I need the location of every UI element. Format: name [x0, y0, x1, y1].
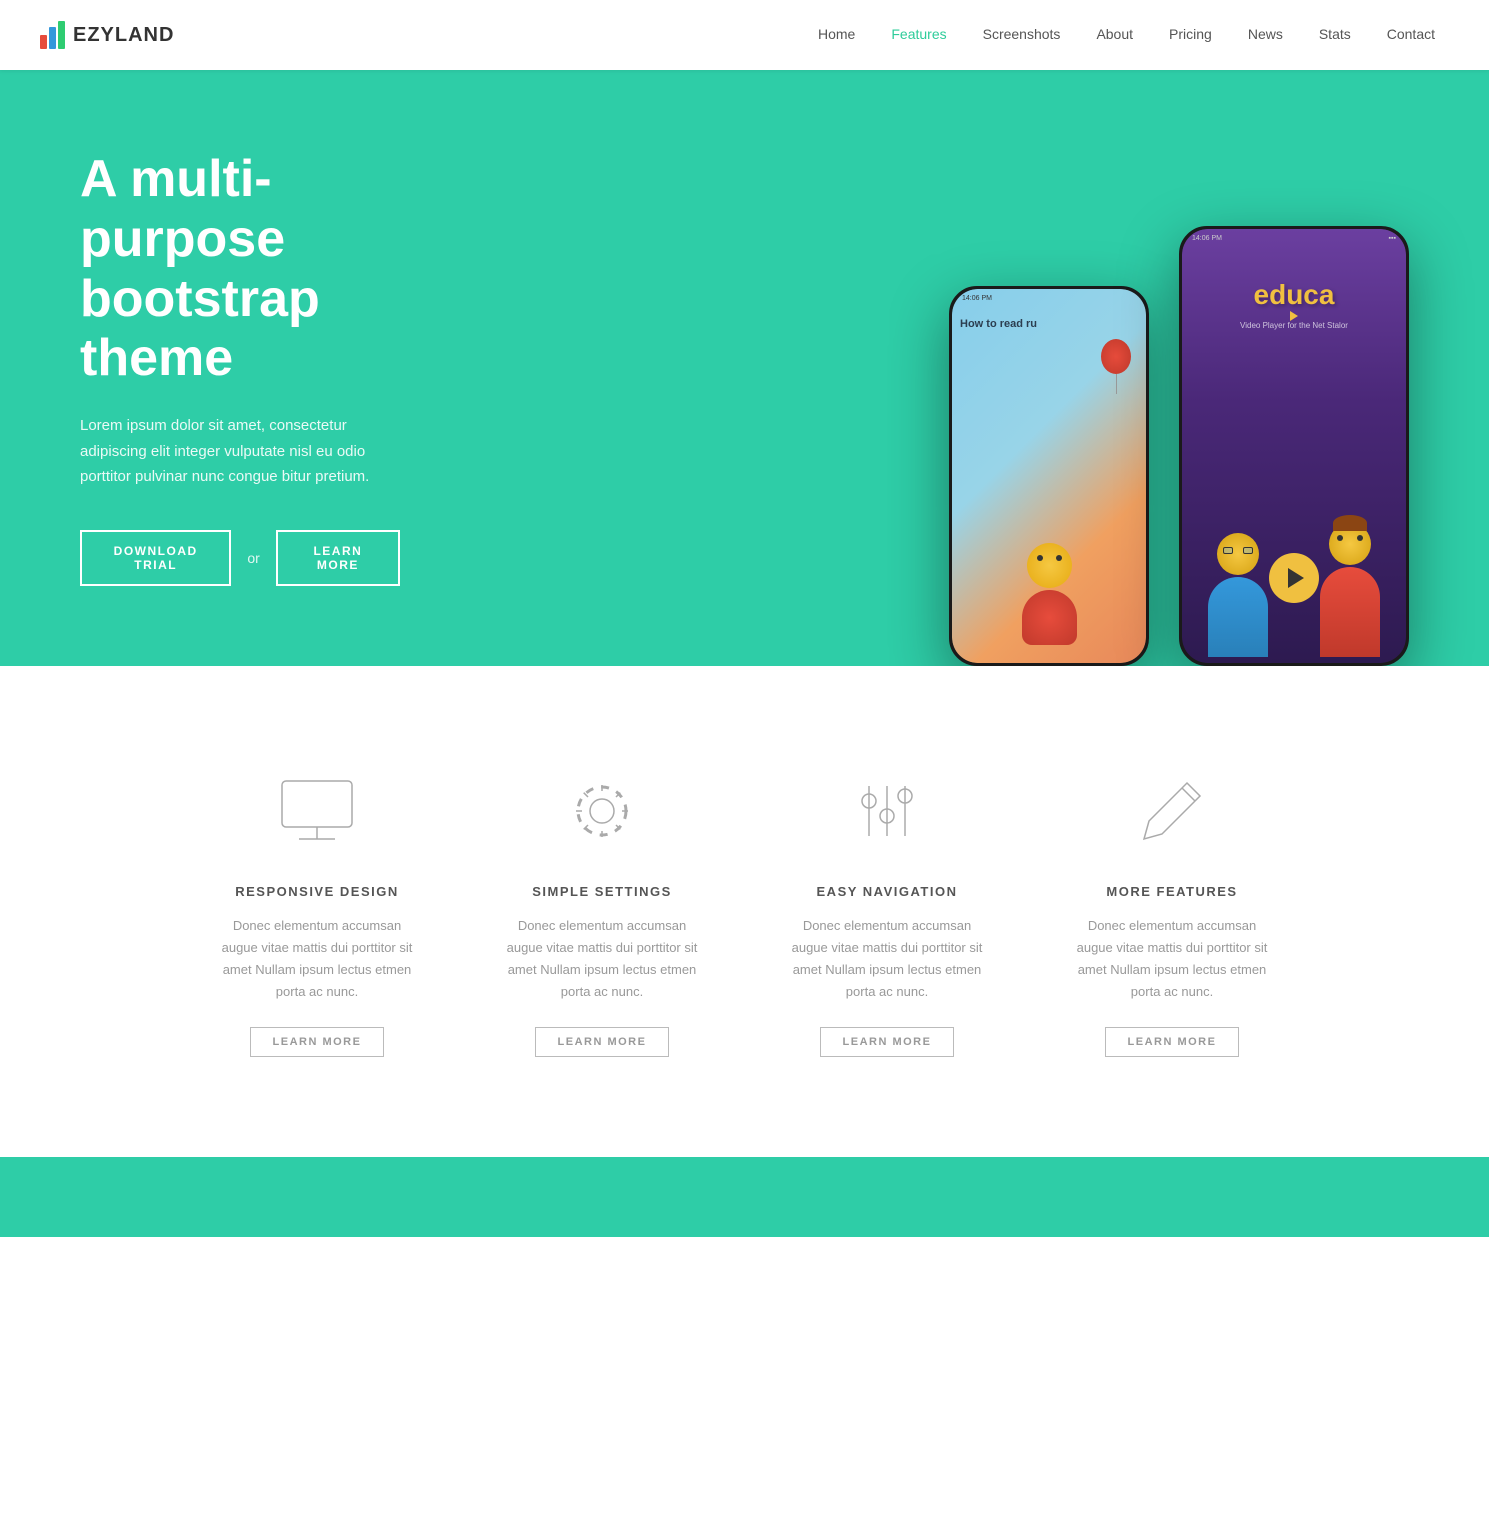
phone-left-time: 14:06 PM — [962, 295, 992, 302]
feature-btn-responsive[interactable]: LEARN MORE — [250, 1027, 385, 1057]
phone-right-status: 14:06 PM ▪▪▪ — [1192, 235, 1396, 242]
feature-title-responsive: RESPONSIVE DESIGN — [215, 884, 420, 899]
phone-right-battery: ▪▪▪ — [1389, 235, 1396, 242]
settings-svg — [562, 771, 642, 851]
pencil-icon — [1127, 766, 1217, 856]
feature-btn-nav[interactable]: LEARN MORE — [820, 1027, 955, 1057]
phone-right-screen: 14:06 PM ▪▪▪ educa Video Player for the … — [1182, 229, 1406, 663]
feature-card-responsive: RESPONSIVE DESIGN Donec elementum accums… — [195, 746, 440, 1077]
nav-item-home[interactable]: Home — [804, 26, 869, 44]
download-trial-button[interactable]: DOWNLOAD TRIAL — [80, 530, 231, 586]
hero-buttons: DOWNLOAD TRIAL or LEARN MORE — [80, 530, 400, 586]
character-pair — [1182, 523, 1406, 663]
educa-app-name: educa — [1194, 279, 1394, 311]
settings-icon — [557, 766, 647, 856]
brand-bar-3 — [58, 21, 65, 49]
sliders-svg — [847, 771, 927, 851]
feature-text-nav: Donec elementum accumsan augue vitae mat… — [785, 915, 990, 1003]
hero-title: A multi-purpose bootstrap theme — [80, 150, 400, 389]
brand-bar-2 — [49, 27, 56, 49]
phone-right: 14:06 PM ▪▪▪ educa Video Player for the … — [1179, 226, 1409, 666]
feature-card-settings: SIMPLE SETTINGS Donec elementum accumsan… — [480, 746, 725, 1077]
nav-link-contact[interactable]: Contact — [1373, 18, 1449, 50]
brand-icon — [40, 21, 65, 49]
character-eye-left — [1037, 555, 1043, 561]
nav-item-features[interactable]: Features — [877, 26, 960, 44]
nav-item-about[interactable]: About — [1082, 26, 1147, 44]
educa-logo: educa Video Player for the Net Stalor — [1194, 279, 1394, 330]
nav-link-about[interactable]: About — [1082, 18, 1147, 50]
feature-title-settings: SIMPLE SETTINGS — [500, 884, 705, 899]
educa-play-icon — [1290, 311, 1298, 321]
navbar: EZYLAND Home Features Screenshots About … — [0, 0, 1489, 70]
balloon — [1101, 339, 1131, 394]
character-head — [1027, 543, 1072, 588]
nav-item-pricing[interactable]: Pricing — [1155, 26, 1226, 44]
nav-item-screenshots[interactable]: Screenshots — [969, 26, 1075, 44]
pencil-svg — [1132, 771, 1212, 851]
phone-left-content: How to read ru — [960, 317, 1138, 331]
feature-card-more: MORE FEATURES Donec elementum accumsan a… — [1050, 746, 1295, 1077]
nav-link-features[interactable]: Features — [877, 18, 960, 50]
phone-left-illustration — [952, 543, 1146, 653]
educa-triangle-container — [1194, 311, 1394, 321]
monitor-icon — [272, 766, 362, 856]
phone-right-time: 14:06 PM — [1192, 235, 1222, 242]
nav-link-home[interactable]: Home — [804, 18, 869, 50]
character-eye-right — [1056, 555, 1062, 561]
nav-link-pricing[interactable]: Pricing — [1155, 18, 1226, 50]
phone-left: 14:06 PM How to read ru — [949, 286, 1149, 666]
feature-text-settings: Donec elementum accumsan augue vitae mat… — [500, 915, 705, 1003]
features-section: RESPONSIVE DESIGN Donec elementum accums… — [0, 666, 1489, 1157]
hero-phones: 14:06 PM How to read ru — [670, 70, 1489, 666]
feature-text-more: Donec elementum accumsan augue vitae mat… — [1070, 915, 1275, 1003]
nav-item-contact[interactable]: Contact — [1373, 26, 1449, 44]
character-glasses — [1188, 533, 1288, 663]
phone-left-app-title: How to read ru — [960, 317, 1138, 331]
feature-title-more: MORE FEATURES — [1070, 884, 1275, 899]
character-illustration — [1004, 543, 1094, 653]
phone-left-status: 14:06 PM — [962, 295, 1136, 302]
brand-logo[interactable]: EZYLAND — [40, 21, 174, 49]
char-glasses-head — [1217, 533, 1259, 575]
phones-container: 14:06 PM How to read ru — [670, 70, 1489, 666]
feature-card-nav: EASY NAVIGATION Donec elementum accumsan… — [765, 746, 1010, 1077]
sliders-icon — [842, 766, 932, 856]
char-woman-eye-left — [1337, 535, 1343, 541]
glasses-right — [1243, 547, 1253, 554]
glasses-left — [1223, 547, 1233, 554]
features-grid: RESPONSIVE DESIGN Donec elementum accums… — [195, 746, 1295, 1077]
char-glasses-body — [1208, 577, 1268, 657]
nav-item-stats[interactable]: Stats — [1305, 26, 1365, 44]
character-body — [1022, 590, 1077, 645]
brand-bar-1 — [40, 35, 47, 49]
nav-link-screenshots[interactable]: Screenshots — [969, 18, 1075, 50]
character-woman — [1300, 523, 1400, 663]
phone-left-screen: 14:06 PM How to read ru — [952, 289, 1146, 663]
monitor-svg — [277, 771, 357, 851]
educa-subtitle: Video Player for the Net Stalor — [1194, 321, 1394, 330]
feature-btn-settings[interactable]: LEARN MORE — [535, 1027, 670, 1057]
hero-content: A multi-purpose bootstrap theme Lorem ip… — [0, 70, 480, 666]
hero-or-text: or — [247, 550, 259, 566]
char-woman-body — [1320, 567, 1380, 657]
char-woman-eye-right — [1357, 535, 1363, 541]
char-woman-hair — [1333, 515, 1367, 531]
brand-name: EZYLAND — [73, 24, 174, 47]
char-woman-head — [1329, 523, 1371, 565]
hero-section: A multi-purpose bootstrap theme Lorem ip… — [0, 70, 1489, 666]
feature-text-responsive: Donec elementum accumsan augue vitae mat… — [215, 915, 420, 1003]
feature-title-nav: EASY NAVIGATION — [785, 884, 990, 899]
nav-link-stats[interactable]: Stats — [1305, 18, 1365, 50]
hero-description: Lorem ipsum dolor sit amet, consectetur … — [80, 413, 400, 490]
nav-link-news[interactable]: News — [1234, 18, 1297, 50]
learn-more-button[interactable]: LEARN MORE — [276, 530, 400, 586]
nav-item-news[interactable]: News — [1234, 26, 1297, 44]
feature-btn-more[interactable]: LEARN MORE — [1105, 1027, 1240, 1057]
bottom-strip — [0, 1157, 1489, 1237]
nav-menu: Home Features Screenshots About Pricing … — [804, 26, 1449, 44]
